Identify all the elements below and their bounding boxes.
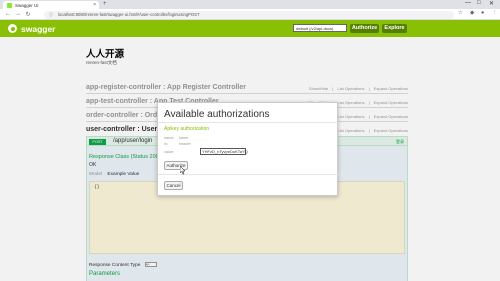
spec-url-text: default (/v2/api-docs) bbox=[296, 25, 334, 31]
star-icon[interactable]: ☆ bbox=[458, 10, 463, 16]
close-window-icon[interactable]: ✕ bbox=[489, 0, 494, 7]
minimize-icon[interactable]: — bbox=[465, 0, 471, 6]
mouse-cursor-icon bbox=[180, 166, 186, 175]
auth-in-row: in: header bbox=[164, 142, 191, 146]
header-authorize-button[interactable]: Authorize bbox=[350, 23, 379, 33]
forward-icon[interactable]: → bbox=[13, 11, 23, 17]
extension-icon[interactable]: ◆ bbox=[470, 10, 474, 16]
browser-tab[interactable]: Swagger UI × bbox=[3, 1, 99, 9]
explore-button[interactable]: Explore bbox=[382, 23, 407, 33]
profile-icon[interactable]: ● bbox=[481, 10, 484, 16]
spec-url-input[interactable]: default (/v2/api-docs) bbox=[293, 24, 347, 32]
swagger-header: swagger default (/v2/api-docs) Authorize… bbox=[0, 20, 500, 37]
reload-icon[interactable]: ↻ bbox=[23, 11, 33, 18]
in-value: header bbox=[179, 142, 191, 146]
auth-name-row: name: token bbox=[164, 136, 188, 140]
back-icon[interactable]: ← bbox=[3, 11, 13, 17]
close-tab-icon[interactable]: × bbox=[93, 2, 96, 8]
tab-title: Swagger UI bbox=[15, 2, 39, 8]
swagger-favicon-icon bbox=[7, 2, 12, 8]
authorization-dialog: Available authorizations Apikey authoriz… bbox=[157, 102, 339, 196]
info-icon[interactable]: ⓘ bbox=[49, 12, 53, 18]
swagger-logo-icon bbox=[8, 24, 17, 33]
cancel-button[interactable]: Cancel bbox=[164, 181, 183, 190]
auth-scheme-name: Apikey authorization bbox=[164, 126, 210, 132]
browser-tab-bar: Swagger UI × + — □ ✕ bbox=[0, 0, 500, 9]
dialog-title: Available authorizations bbox=[164, 109, 270, 120]
value-label: value: bbox=[164, 150, 175, 154]
url-text: localhost:8080/renren-fast/swagger-ui.ht… bbox=[58, 12, 200, 17]
name-key: name: bbox=[164, 136, 175, 140]
swagger-brand: swagger bbox=[21, 23, 56, 34]
divider bbox=[158, 122, 339, 123]
new-tab-button[interactable]: + bbox=[103, 1, 107, 7]
api-key-input[interactable]: YHFzD_nTyvpeDuKTaYQ bbox=[200, 148, 248, 155]
maximize-icon[interactable]: □ bbox=[477, 0, 481, 6]
address-bar: ← → ↻ ⓘ localhost:8080/renren-fast/swagg… bbox=[0, 9, 500, 20]
name-value: token bbox=[179, 136, 189, 140]
url-input[interactable]: ⓘ localhost:8080/renren-fast/swagger-ui.… bbox=[44, 10, 454, 19]
in-key: in: bbox=[164, 142, 169, 146]
menu-icon[interactable]: ⋮ bbox=[492, 10, 498, 16]
